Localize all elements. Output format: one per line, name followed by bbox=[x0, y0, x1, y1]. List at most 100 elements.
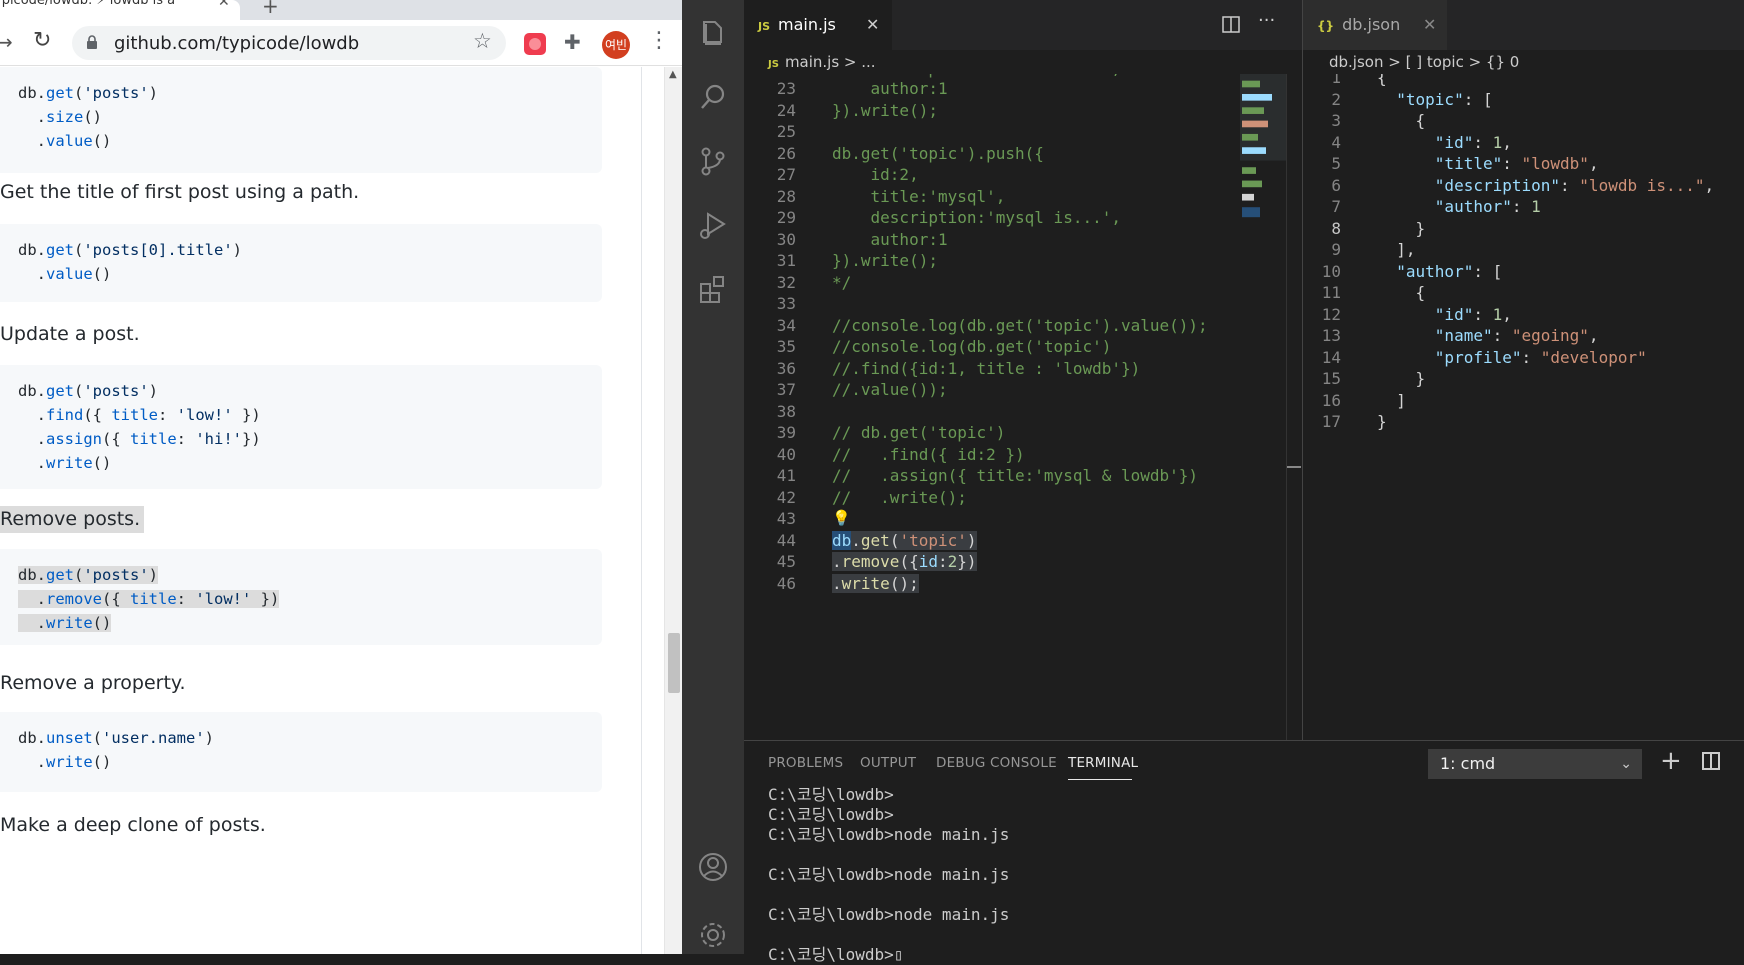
line-number: 42 bbox=[776, 487, 796, 507]
line-number: 7 bbox=[1331, 197, 1341, 216]
lock-icon bbox=[87, 35, 97, 49]
prose-text: Get the title of first post using a path… bbox=[0, 181, 360, 203]
close-icon[interactable]: ✕ bbox=[1423, 0, 1436, 50]
tab-main-js[interactable]: JS main.js ✕ bbox=[744, 0, 892, 50]
line-number: 30 bbox=[776, 229, 796, 249]
tab-problems[interactable]: PROBLEMS bbox=[768, 755, 843, 771]
code-line: db.get('topic') bbox=[832, 530, 977, 550]
code-line: //console.log(db.get('topic') bbox=[832, 337, 1112, 356]
js-file-icon: JS bbox=[758, 20, 771, 33]
accounts-icon[interactable] bbox=[696, 850, 730, 884]
profile-avatar[interactable]: 여빈 bbox=[602, 31, 630, 59]
code-line: // .find({ id:2 }) bbox=[832, 444, 1025, 464]
reload-icon[interactable]: ↻ bbox=[33, 28, 51, 53]
line-number: 34 bbox=[776, 315, 796, 335]
line-number: 26 bbox=[776, 143, 796, 163]
code-line: "author": [ bbox=[1396, 261, 1503, 281]
line-number: 40 bbox=[776, 444, 796, 464]
close-icon[interactable]: ✕ bbox=[866, 0, 879, 50]
code-line: }).write(); bbox=[832, 100, 938, 120]
code-area[interactable]: 1 {2 "topic": [3 {4 "id": 1, 5 "title": "l… bbox=[1303, 74, 1744, 740]
tab-terminal[interactable]: TERMINAL bbox=[1068, 755, 1138, 771]
code-line: { bbox=[1377, 111, 1426, 130]
line-number: 11 bbox=[1321, 283, 1341, 302]
line-number: 38 bbox=[776, 401, 796, 421]
breadcrumb[interactable]: db.json > [ ] topic > {} 0 bbox=[1329, 50, 1519, 74]
search-icon[interactable] bbox=[696, 80, 730, 114]
run-debug-icon[interactable] bbox=[696, 208, 730, 242]
active-tab-indicator bbox=[1068, 779, 1132, 780]
line-number: 5 bbox=[1331, 154, 1341, 173]
line-number: 12 bbox=[1321, 304, 1341, 324]
minimap[interactable] bbox=[1240, 74, 1286, 740]
settings-gear-icon[interactable] bbox=[696, 918, 730, 952]
line-number: 45 bbox=[776, 552, 796, 571]
code-block-title: db.get('posts[0].title') .value() bbox=[0, 224, 602, 302]
line-number: 27 bbox=[776, 165, 796, 184]
kebab-menu-icon[interactable]: ⋮ bbox=[648, 28, 670, 53]
code-line: //console.log(db.get('topic').value()); bbox=[832, 315, 1208, 335]
code-line: // .write(); bbox=[832, 487, 967, 507]
more-actions-icon[interactable]: ··· bbox=[1258, 10, 1275, 31]
forward-arrow-icon[interactable]: → bbox=[0, 30, 13, 54]
code-line: "description": "lowdb is...", bbox=[1434, 175, 1715, 195]
puzzle-extensions-icon[interactable]: ✚ bbox=[564, 30, 581, 54]
editor-tab-bar: JS main.js ✕ ··· bbox=[744, 0, 1302, 50]
new-terminal-icon[interactable]: + bbox=[1660, 746, 1682, 776]
line-number: 44 bbox=[776, 530, 796, 550]
breadcrumb[interactable]: JS main.js > ... bbox=[768, 50, 876, 74]
line-number: 37 bbox=[776, 380, 796, 399]
breadcrumb-path: main.js > ... bbox=[784, 53, 876, 71]
tab-db-json[interactable]: {} db.json ✕ bbox=[1303, 0, 1447, 50]
split-editor-icon[interactable] bbox=[1222, 16, 1240, 34]
scroll-thumb[interactable] bbox=[668, 633, 680, 693]
code-line: { bbox=[1377, 283, 1426, 302]
tab-debug-console[interactable]: DEBUG CONSOLE bbox=[936, 755, 1057, 771]
line-number: 43 bbox=[776, 509, 796, 528]
lightbulb-icon[interactable]: 💡 bbox=[832, 509, 851, 527]
extension-icon[interactable] bbox=[524, 33, 546, 55]
code-line: } bbox=[1377, 412, 1387, 431]
chevron-down-icon: ⌄ bbox=[1620, 756, 1632, 772]
code-line: db.get('topic').push({ bbox=[832, 143, 1044, 163]
json-file-icon: {} bbox=[1317, 19, 1335, 33]
line-number: 25 bbox=[776, 122, 796, 141]
code-line: description:'mysql is...', bbox=[832, 208, 1121, 227]
tab-label: main.js bbox=[778, 15, 836, 34]
code-line: .write(); bbox=[832, 573, 919, 593]
browser-tab-title: ypicode/lowdb: ⚡ lowdb is a bbox=[0, 0, 176, 8]
line-number: 14 bbox=[1321, 347, 1341, 367]
scroll-up-icon[interactable]: ▲ bbox=[669, 69, 677, 80]
code-line: } bbox=[1377, 369, 1426, 388]
browser-tab[interactable]: ypicode/lowdb: ⚡ lowdb is a ✕ bbox=[0, 0, 240, 20]
terminal-select[interactable]: 1: cmd ⌄ bbox=[1428, 749, 1642, 779]
prose-text: Update a post. bbox=[0, 323, 140, 345]
line-number: 13 bbox=[1321, 326, 1341, 345]
terminal-output[interactable]: C:\코딩\lowdb> C:\코딩\lowdb> C:\코딩\lowdb>no… bbox=[768, 785, 1009, 965]
selected-text: Remove posts. bbox=[0, 506, 145, 533]
tab-close-icon[interactable]: ✕ bbox=[218, 0, 230, 9]
editor-main-js: JS main.js ✕ ··· JS main.js > ... 22 descr… bbox=[744, 0, 1302, 740]
bookmark-star-icon[interactable]: ☆ bbox=[473, 29, 492, 53]
code-block-size: db.get('posts') .size() .value() bbox=[0, 67, 602, 173]
code-block-unset: db.unset('user.name') .write() bbox=[0, 712, 602, 792]
editor-scrollbar[interactable] bbox=[1286, 74, 1301, 740]
line-number: 3 bbox=[1331, 111, 1341, 130]
split-terminal-icon[interactable] bbox=[1702, 752, 1720, 770]
source-control-icon[interactable] bbox=[696, 144, 730, 178]
browser-toolbar: → ↻ github.com/typicode/lowdb ☆ ✚ 여빈 ⋮ bbox=[0, 20, 682, 66]
code-line: "name": "egoing", bbox=[1434, 326, 1599, 345]
browser-tab-strip: ypicode/lowdb: ⚡ lowdb is a ✕ + bbox=[0, 0, 682, 20]
tab-output[interactable]: OUTPUT bbox=[860, 755, 916, 771]
extensions-icon[interactable] bbox=[696, 272, 730, 306]
new-tab-icon[interactable]: + bbox=[262, 0, 279, 18]
address-bar[interactable]: github.com/typicode/lowdb ☆ bbox=[72, 26, 506, 60]
explorer-icon[interactable] bbox=[696, 16, 730, 50]
line-number: 24 bbox=[776, 100, 796, 120]
page-scrollbar[interactable]: ▲ bbox=[664, 67, 682, 954]
code-text: db.get('posts') .size() .value() bbox=[18, 84, 159, 150]
code-line: author:1 bbox=[832, 229, 948, 249]
line-number: 29 bbox=[776, 208, 796, 227]
line-number: 17 bbox=[1321, 412, 1341, 431]
code-area[interactable]: 22 description:'lowdb is...', 23 author:1… bbox=[744, 74, 1240, 740]
